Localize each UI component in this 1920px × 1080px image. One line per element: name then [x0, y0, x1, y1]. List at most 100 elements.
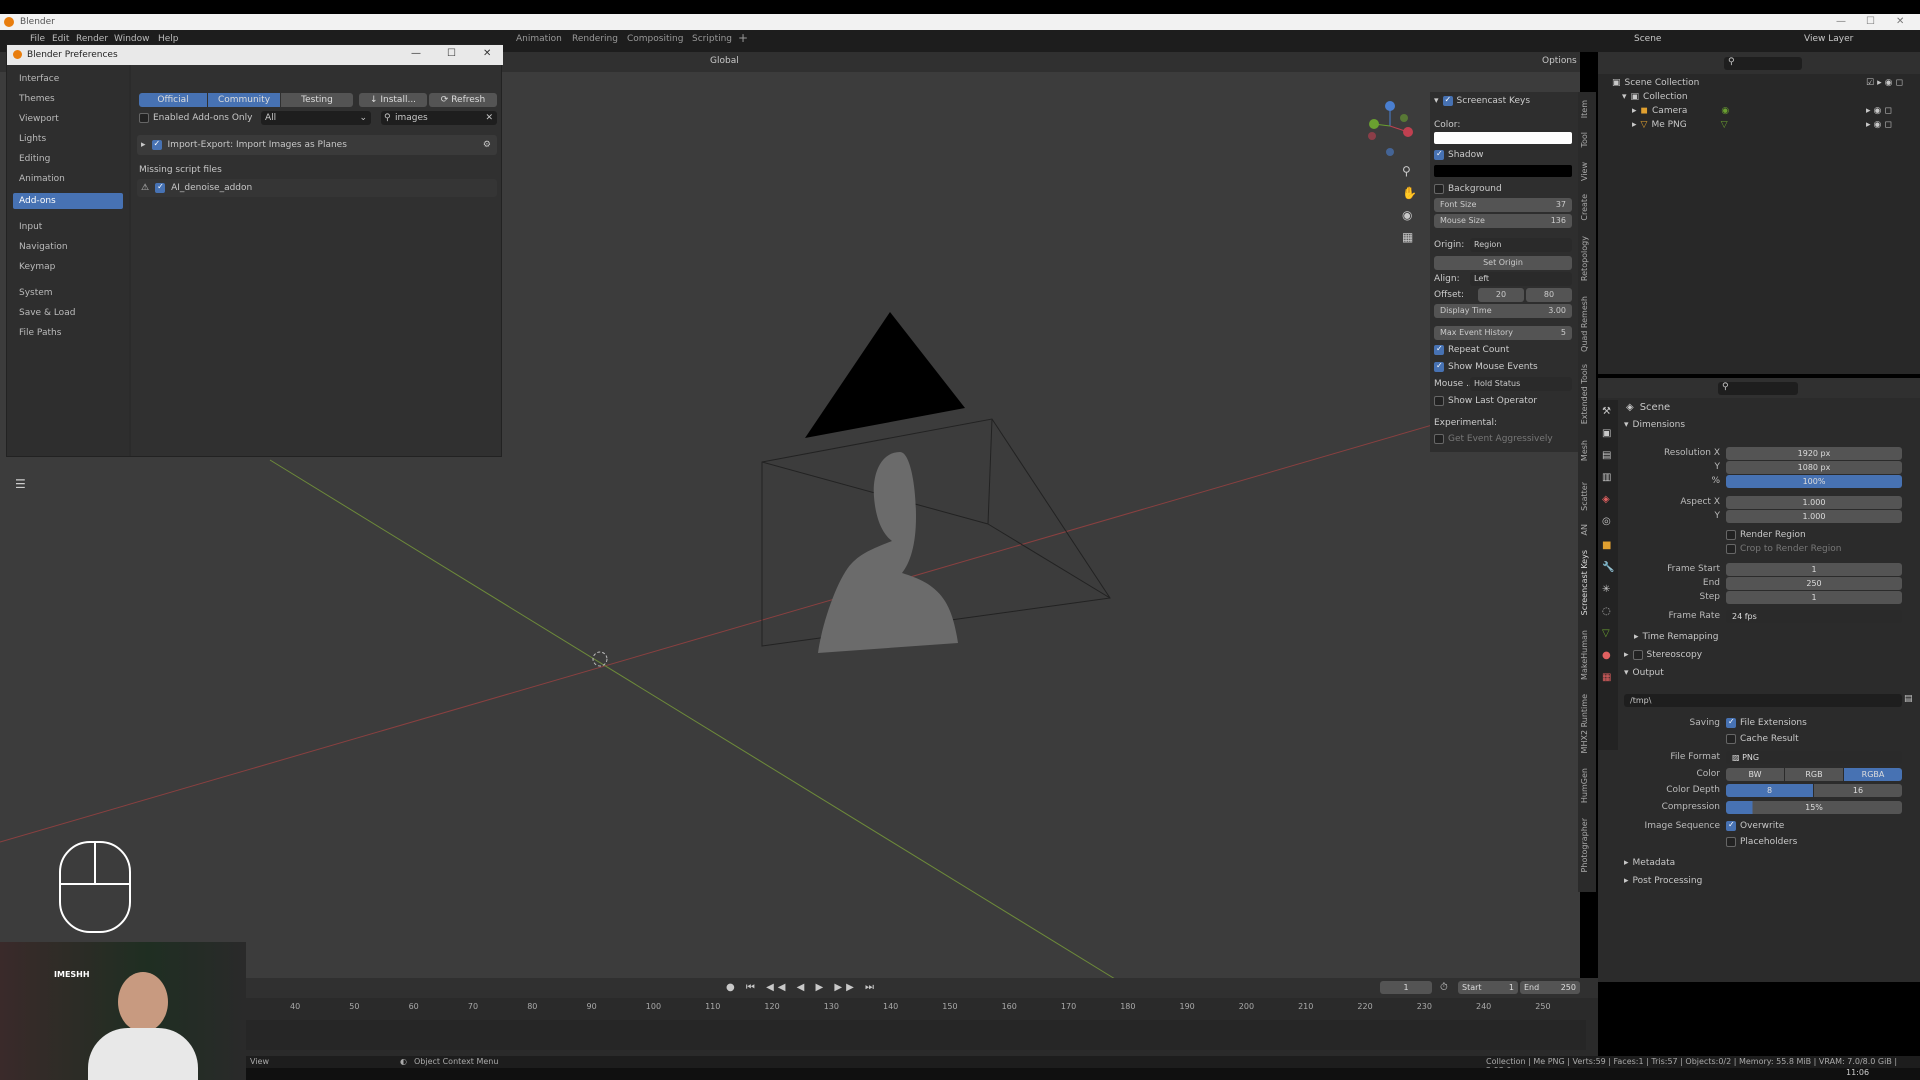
- start-frame-field[interactable]: Start 1: [1458, 981, 1518, 994]
- sidetab-screencast-keys[interactable]: Screencast Keys: [1580, 550, 1589, 615]
- color-mode-rgba[interactable]: RGBA: [1844, 768, 1902, 781]
- tab-official[interactable]: Official: [139, 93, 207, 107]
- color-depth-16[interactable]: 16: [1814, 784, 1902, 797]
- sidetab-retopology[interactable]: Retopology: [1580, 236, 1589, 281]
- end-frame-field[interactable]: End 250: [1520, 981, 1580, 994]
- color-mode-rgb[interactable]: RGB: [1785, 768, 1843, 781]
- outliner-item-camera[interactable]: ▸ ◼ Camera ◉: [1632, 106, 1729, 116]
- dimensions-panel-header[interactable]: ▾ Dimensions: [1624, 420, 1685, 430]
- stereoscopy-panel-header[interactable]: ▸ Stereoscopy: [1624, 650, 1702, 660]
- stopwatch-icon[interactable]: ⏱: [1440, 982, 1448, 993]
- expand-arrow-icon[interactable]: ▸: [141, 140, 146, 150]
- menu-edit[interactable]: Edit: [52, 34, 69, 44]
- missing-addon-checkbox[interactable]: [155, 182, 166, 193]
- sidetab-quad-remesh[interactable]: Quad Remesh: [1580, 296, 1589, 352]
- tool-tab-icon[interactable]: ⚒: [1602, 406, 1611, 417]
- pref-nav-editing[interactable]: Editing: [13, 151, 123, 167]
- workspace-tab-compositing[interactable]: Compositing: [627, 34, 683, 44]
- me-png-visibility-toggles[interactable]: ▸◉◻: [1866, 120, 1895, 130]
- particles-tab-icon[interactable]: ✳: [1602, 584, 1610, 595]
- overwrite-toggle[interactable]: Overwrite: [1726, 820, 1784, 831]
- cache-result-toggle[interactable]: Cache Result: [1726, 734, 1799, 744]
- camera-view-icon[interactable]: ◉: [1402, 208, 1412, 222]
- sidetab-humgen[interactable]: HumGen: [1580, 768, 1589, 803]
- prefs-maximize-icon[interactable]: ☐: [447, 48, 456, 59]
- visibility-toggles[interactable]: ☑▸◉◻: [1866, 78, 1906, 88]
- prefs-minimize-icon[interactable]: —: [411, 48, 421, 59]
- category-dropdown[interactable]: All ⌄: [261, 111, 371, 125]
- sidetab-makehuman[interactable]: MakeHuman: [1580, 630, 1589, 680]
- set-origin-button[interactable]: Set Origin: [1434, 256, 1572, 270]
- tab-community[interactable]: Community: [208, 93, 280, 107]
- frame-start-field[interactable]: 1: [1726, 563, 1902, 576]
- sidetab-view[interactable]: View: [1580, 162, 1589, 181]
- display-time-field[interactable]: Display Time 3.00: [1434, 304, 1572, 318]
- sidetab-item[interactable]: Item: [1580, 100, 1589, 118]
- aspect-x-field[interactable]: 1.000: [1726, 496, 1902, 509]
- properties-search-input[interactable]: ⚲: [1718, 382, 1798, 395]
- menu-file[interactable]: File: [30, 34, 45, 44]
- close-icon[interactable]: ✕: [1896, 16, 1904, 27]
- file-extensions-checkbox[interactable]: [1726, 717, 1736, 728]
- shadow-toggle[interactable]: Shadow: [1434, 149, 1484, 160]
- texture-tab-icon[interactable]: ▦: [1602, 672, 1611, 683]
- material-tab-icon[interactable]: ●: [1602, 650, 1611, 661]
- enabled-only-checkbox[interactable]: [139, 113, 149, 123]
- current-frame-field[interactable]: 1: [1380, 981, 1432, 994]
- metadata-panel-header[interactable]: ▸ Metadata: [1624, 858, 1675, 868]
- output-path-input[interactable]: /tmp\: [1624, 694, 1902, 707]
- addon-row[interactable]: ▸ Import-Export: Import Images as Planes…: [137, 135, 497, 155]
- pref-nav-lights[interactable]: Lights: [13, 131, 123, 147]
- folder-icon[interactable]: ▤: [1904, 694, 1913, 704]
- background-toggle[interactable]: Background: [1434, 184, 1502, 194]
- cache-result-checkbox[interactable]: [1726, 734, 1736, 744]
- show-mouse-toggle[interactable]: Show Mouse Events: [1434, 361, 1538, 372]
- sidetab-tool[interactable]: Tool: [1580, 132, 1589, 148]
- pref-nav-keymap[interactable]: Keymap: [13, 259, 123, 275]
- get-event-checkbox[interactable]: [1434, 434, 1444, 444]
- frame-end-field[interactable]: 250: [1726, 577, 1902, 590]
- addon-enabled-checkbox[interactable]: [151, 139, 162, 150]
- modifier-tab-icon[interactable]: 🔧: [1602, 562, 1614, 573]
- pref-nav-input[interactable]: Input: [13, 219, 123, 235]
- output-panel-header[interactable]: ▾ Output: [1624, 668, 1664, 678]
- font-size-field[interactable]: Font Size 37: [1434, 198, 1572, 212]
- stereoscopy-checkbox[interactable]: [1632, 650, 1643, 660]
- origin-dropdown[interactable]: Region: [1470, 238, 1572, 252]
- mouse-size-field[interactable]: Mouse Size 136: [1434, 214, 1572, 228]
- sidetab-extended-tools[interactable]: Extended Tools: [1580, 364, 1589, 424]
- refresh-button[interactable]: ⟳ Refresh: [429, 93, 497, 107]
- maximize-icon[interactable]: ☐: [1866, 16, 1875, 27]
- scene-tab-icon[interactable]: ◈: [1602, 494, 1610, 505]
- enabled-only-toggle[interactable]: Enabled Add-ons Only: [139, 113, 252, 123]
- render-tab-icon[interactable]: ▣: [1602, 428, 1611, 439]
- placeholders-checkbox[interactable]: [1726, 837, 1736, 847]
- max-event-history-field[interactable]: Max Event History 5: [1434, 326, 1572, 340]
- render-region-toggle[interactable]: Render Region: [1726, 530, 1806, 540]
- zoom-icon[interactable]: ⚲: [1402, 164, 1411, 178]
- resolution-x-field[interactable]: 1920 px: [1726, 447, 1902, 460]
- show-last-checkbox[interactable]: [1434, 396, 1444, 406]
- time-remapping-subpanel[interactable]: ▸ Time Remapping: [1634, 632, 1718, 642]
- sidetab-create[interactable]: Create: [1580, 194, 1589, 221]
- aspect-y-field[interactable]: 1.000: [1726, 510, 1902, 523]
- camera-visibility-toggles[interactable]: ▸◉◻: [1866, 106, 1895, 116]
- color-depth-8[interactable]: 8: [1726, 784, 1813, 797]
- ortho-grid-icon[interactable]: ▦: [1402, 230, 1413, 244]
- prefs-close-icon[interactable]: ✕: [483, 48, 491, 59]
- repeat-count-checkbox[interactable]: [1434, 344, 1444, 355]
- file-format-dropdown[interactable]: ▨ PNG: [1726, 751, 1902, 764]
- workspace-tab-rendering[interactable]: Rendering: [572, 34, 618, 44]
- physics-tab-icon[interactable]: ◌: [1602, 606, 1611, 617]
- pref-nav-animation[interactable]: Animation: [13, 171, 123, 187]
- sidetab-mesh[interactable]: Mesh: [1580, 440, 1589, 461]
- collection-row[interactable]: ▾ ▣ Collection: [1622, 92, 1688, 102]
- show-mouse-checkbox[interactable]: [1434, 361, 1444, 372]
- object-tab-icon[interactable]: ■: [1602, 540, 1611, 551]
- get-event-toggle[interactable]: Get Event Aggressively: [1434, 434, 1553, 444]
- viewport-options[interactable]: Options: [1542, 56, 1577, 66]
- navigation-gizmo[interactable]: [1364, 96, 1420, 166]
- render-region-checkbox[interactable]: [1726, 530, 1736, 540]
- sidetab-photographer[interactable]: Photographer: [1580, 818, 1589, 872]
- view-layer-tab-icon[interactable]: ▥: [1602, 472, 1611, 483]
